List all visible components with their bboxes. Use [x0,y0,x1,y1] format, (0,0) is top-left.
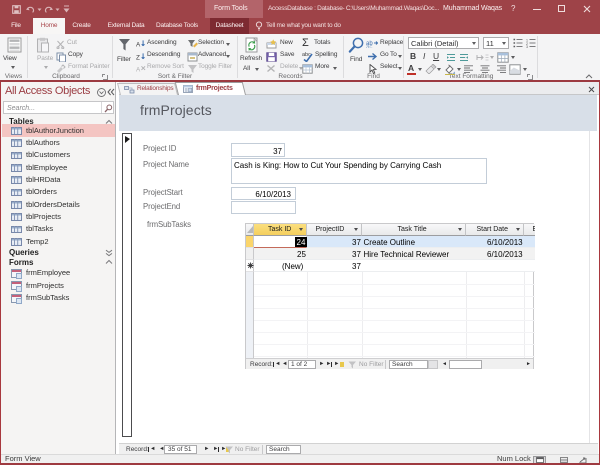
svg-text:A: A [136,67,141,74]
svg-text:Z: Z [136,54,140,61]
svg-text:A: A [136,41,141,48]
svg-text:ac: ac [366,44,372,48]
svg-text:3: 3 [526,45,528,48]
